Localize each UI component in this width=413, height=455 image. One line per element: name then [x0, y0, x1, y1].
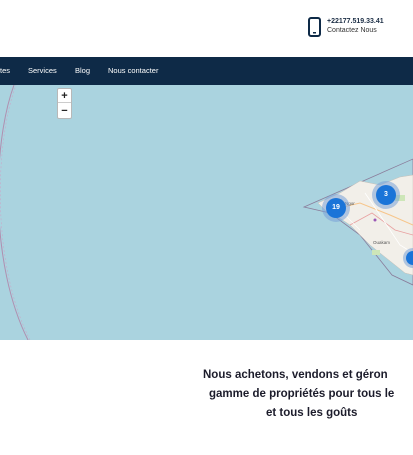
tagline-line-1: Nous achetons, vendons et géron [203, 369, 388, 381]
top-bar: +22177.519.33.41 Contactez Nous [0, 0, 413, 57]
cluster-count: 3 [376, 185, 396, 205]
map-cluster[interactable]: 3 [372, 181, 400, 209]
nav-item-contact[interactable]: Nous contacter [108, 66, 158, 75]
main-nav: tes Services Blog Nous contacter [0, 57, 413, 85]
contact-label[interactable]: Contactez Nous [327, 27, 377, 34]
map-label-ouakam: Ouakam [373, 240, 390, 245]
phone-icon [308, 17, 321, 37]
zoom-in-button[interactable]: + [58, 89, 71, 103]
nav-item-blog[interactable]: Blog [75, 66, 90, 75]
map-view[interactable]: Ngor Ouakam + − 19 3 [0, 85, 413, 340]
map-canvas: Ngor Ouakam [0, 85, 413, 340]
map-cluster[interactable]: 19 [322, 194, 350, 222]
cluster-count: 19 [326, 198, 346, 218]
cluster-dot [406, 251, 413, 265]
zoom-control: + − [57, 88, 72, 119]
nav-item-services[interactable]: Services [28, 66, 57, 75]
nav-item-properties[interactable]: tes [0, 66, 10, 75]
tagline-line-2: gamme de propriétés pour tous le [209, 388, 395, 400]
phone-number[interactable]: +22177.519.33.41 [327, 18, 384, 25]
tagline-line-3: et tous les goûts [266, 407, 358, 419]
zoom-out-button[interactable]: − [58, 104, 71, 118]
